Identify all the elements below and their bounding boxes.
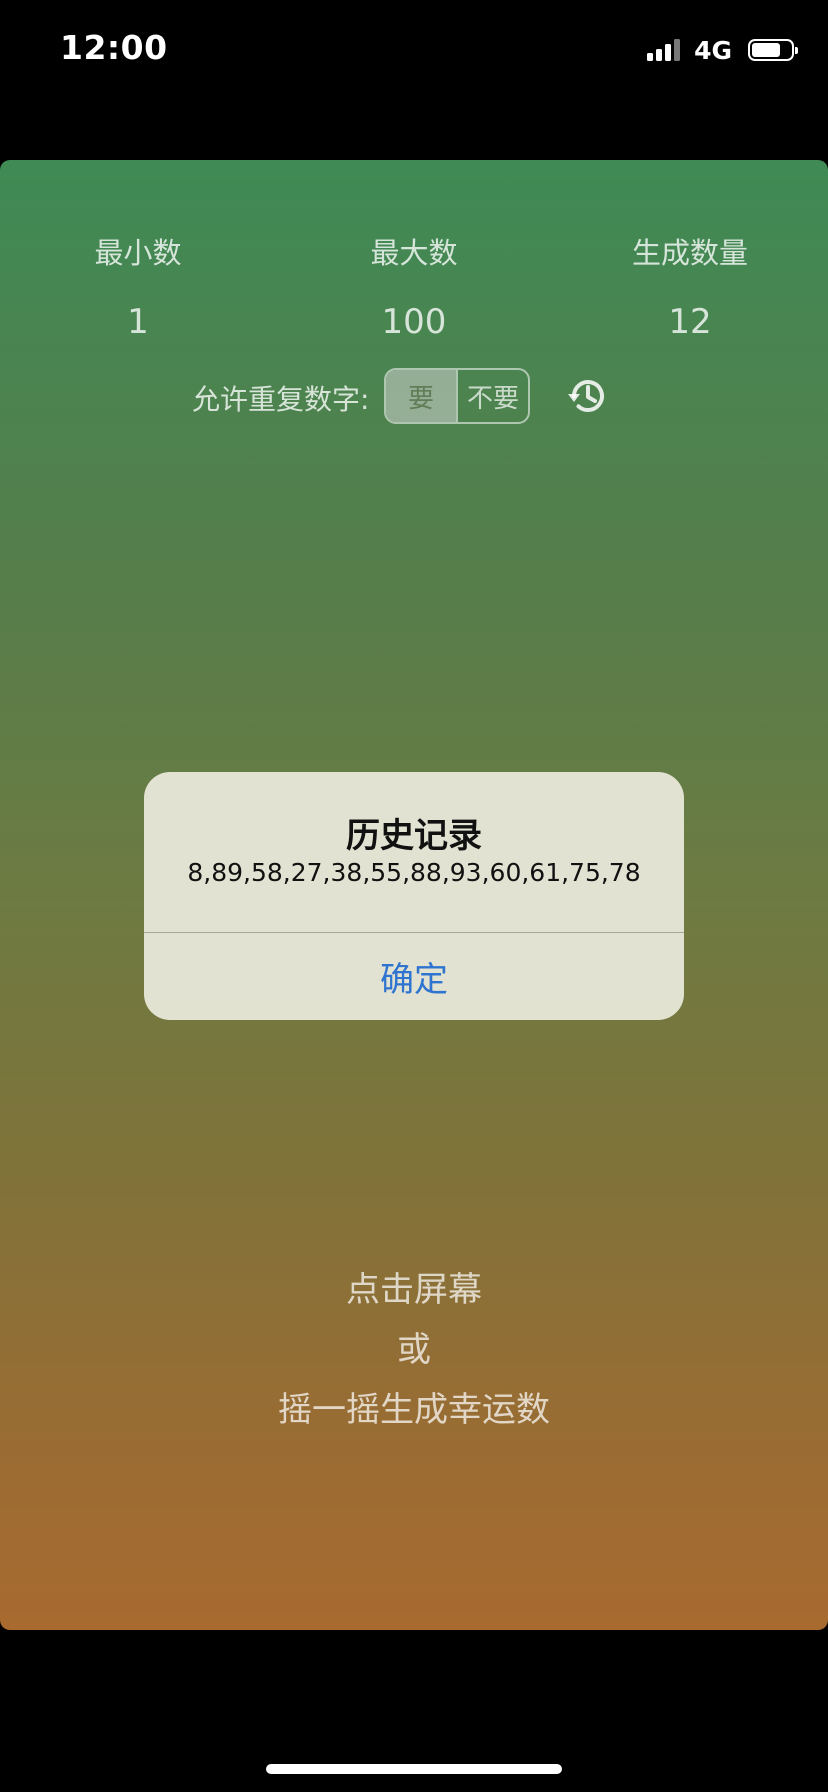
segment-yes[interactable]: 要 bbox=[386, 370, 456, 422]
app-screen: 12:00 4G 最小数 1 最大数 100 生成数量 12 允许重复数字: 要 bbox=[0, 0, 828, 1792]
segment-no[interactable]: 不要 bbox=[456, 370, 528, 422]
tap-or-shake-hint: 点击屏幕 或 摇一摇生成幸运数 bbox=[0, 1260, 828, 1440]
alert-title: 历史记录 bbox=[346, 816, 482, 856]
hint-line-1: 点击屏幕 bbox=[346, 1270, 482, 1310]
network-type: 4G bbox=[694, 35, 732, 65]
count-value[interactable]: 12 bbox=[580, 302, 800, 342]
hint-line-3: 摇一摇生成幸运数 bbox=[278, 1390, 550, 1430]
min-number-setting[interactable]: 最小数 1 bbox=[28, 230, 248, 342]
max-number-value[interactable]: 100 bbox=[304, 302, 524, 342]
allow-repeat-label: 允许重复数字: bbox=[192, 383, 370, 416]
min-number-value[interactable]: 1 bbox=[28, 302, 248, 342]
cellular-signal-icon bbox=[647, 39, 681, 61]
home-indicator[interactable] bbox=[266, 1764, 562, 1774]
alert-message: 8,89,58,27,38,55,88,93,60,61,75,78 bbox=[187, 858, 641, 887]
allow-repeat-row: 允许重复数字: 要 不要 bbox=[0, 368, 828, 424]
history-clock-icon[interactable] bbox=[566, 374, 610, 418]
count-setting[interactable]: 生成数量 12 bbox=[580, 230, 800, 342]
max-number-setting[interactable]: 最大数 100 bbox=[304, 230, 524, 342]
count-label: 生成数量 bbox=[631, 236, 748, 270]
status-indicators: 4G bbox=[647, 35, 798, 65]
allow-repeat-segmented-control[interactable]: 要 不要 bbox=[384, 368, 530, 424]
min-number-label: 最小数 bbox=[94, 236, 182, 270]
battery-icon bbox=[748, 39, 798, 61]
history-alert-dialog: 历史记录 8,89,58,27,38,55,88,93,60,61,75,78 … bbox=[144, 772, 684, 1020]
hint-line-2: 或 bbox=[397, 1330, 431, 1370]
max-number-label: 最大数 bbox=[370, 236, 458, 270]
status-time: 12:00 bbox=[60, 28, 168, 67]
confirm-button[interactable]: 确定 bbox=[144, 933, 684, 1020]
